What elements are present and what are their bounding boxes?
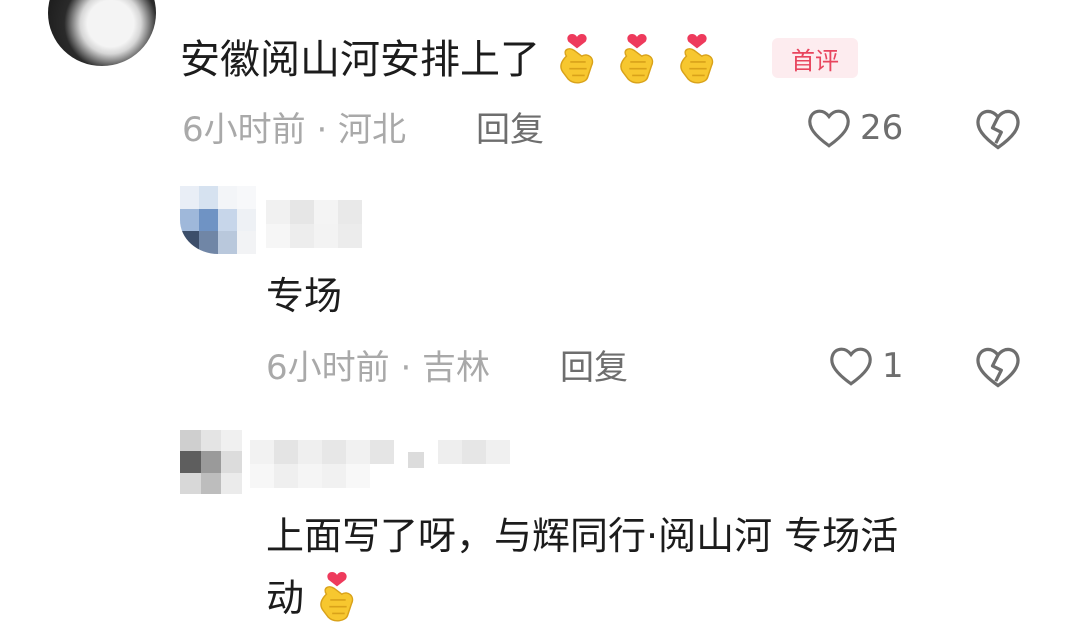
reply-text-line: 上面写了呀，与辉同行·阅山河 专场活: [266, 514, 899, 558]
like-button[interactable]: 26: [806, 106, 903, 150]
username-blur: [266, 224, 362, 248]
comment-meta: 6小时前 · 河北: [182, 110, 407, 150]
comment-text: 安徽阅山河安排上了: [180, 30, 722, 90]
reply-text-tail: 动: [266, 576, 305, 620]
like-count: 1: [882, 346, 904, 386]
heart-outline-icon: [830, 347, 872, 386]
reply-text: 专场: [266, 274, 343, 318]
reply-button[interactable]: 回复: [560, 346, 628, 390]
like-count: 26: [860, 108, 904, 148]
reply-button[interactable]: 回复: [476, 108, 544, 152]
first-comment-badge: 首评: [772, 38, 858, 78]
avatar[interactable]: [48, 0, 156, 66]
finger-heart-emoji-icon: [320, 571, 354, 622]
like-button[interactable]: 1: [828, 344, 904, 388]
username-blur: [250, 464, 370, 488]
finger-heart-emoji-icon: [560, 33, 594, 84]
broken-heart-icon[interactable]: [974, 106, 1022, 152]
emoji-row: [552, 33, 722, 87]
finger-heart-emoji-icon: [680, 33, 714, 84]
finger-heart-emoji-icon: [620, 33, 654, 84]
broken-heart-icon[interactable]: [974, 344, 1022, 390]
comment-body: 安徽阅山河安排上了: [180, 37, 540, 83]
reply-text-line: 动: [266, 568, 362, 628]
heart-outline-icon: [808, 109, 850, 148]
avatar[interactable]: [180, 430, 242, 494]
username: [266, 200, 362, 224]
avatar[interactable]: [180, 186, 256, 254]
reply-meta: 6小时前 · 吉林: [266, 348, 491, 388]
